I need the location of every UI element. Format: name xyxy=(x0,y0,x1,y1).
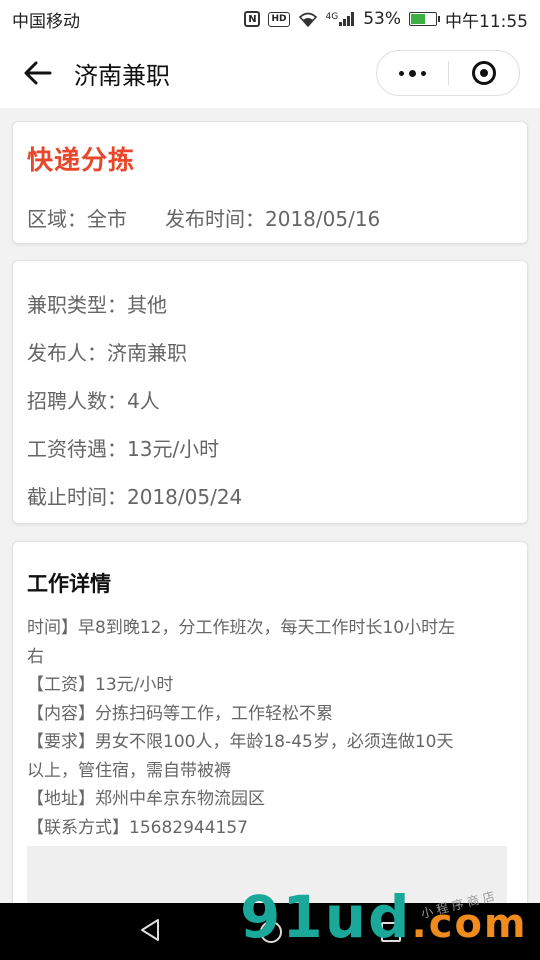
battery-percent: 53% xyxy=(363,9,401,29)
status-bar: 中国移动 N HD 4G 53% 中午11:55 xyxy=(0,0,540,38)
details-line: 【地址】郑州中牟京东物流园区 xyxy=(27,789,265,809)
nav-recent-apps-button[interactable] xyxy=(380,921,401,942)
job-details-card: 工作详情 时间】早8到晚12，分工作班次，每天工作时长10小时左 右 【工资】1… xyxy=(12,541,528,921)
hd-icon: HD xyxy=(268,11,290,27)
nav-home-button[interactable] xyxy=(259,920,282,943)
clock: 中午11:55 xyxy=(445,11,528,32)
job-salary: 工资待遇：13元/小时 xyxy=(27,437,220,461)
job-publish-time: 发布时间：2018/05/16 xyxy=(165,207,381,231)
more-button[interactable] xyxy=(377,69,448,77)
more-dot-center xyxy=(408,69,416,77)
wifi-icon xyxy=(298,11,318,27)
triangle-back-icon xyxy=(141,918,160,941)
target-icon xyxy=(471,61,496,85)
back-button[interactable] xyxy=(20,55,56,91)
mini-program-capsule xyxy=(376,50,520,96)
nav-bar: 济南兼职 xyxy=(0,38,540,108)
signal-icon: 4G xyxy=(326,12,356,26)
job-headcount: 招聘人数：4人 xyxy=(27,389,160,413)
details-line: 【联系方式】15682944157 xyxy=(27,817,248,838)
nfc-icon: N xyxy=(244,11,261,27)
job-title: 快递分拣 xyxy=(27,146,136,176)
details-line: 右 xyxy=(27,646,44,667)
job-info-card: 兼职类型：其他 发布人：济南兼职 招聘人数：4人 工资待遇：13元/小时 截止时… xyxy=(12,260,528,524)
details-line: 【要求】男女不限100人，年龄18-45岁，必须连做10天 xyxy=(27,732,454,752)
target-icon-center xyxy=(479,69,488,77)
close-mini-program-button[interactable] xyxy=(449,61,520,85)
details-line: 以上，管住宿，需自带被褥 xyxy=(27,760,231,781)
more-dots-icon xyxy=(398,70,404,76)
details-heading: 工作详情 xyxy=(27,572,111,596)
nav-back-button[interactable] xyxy=(139,918,161,946)
job-meta: 区域：全市 发布时间：2018/05/16 xyxy=(27,203,513,232)
job-header-card: 快递分拣 区域：全市 发布时间：2018/05/16 xyxy=(12,121,528,244)
job-deadline: 截止时间：2018/05/24 xyxy=(27,485,243,509)
details-body: 时间】早8到晚12，分工作班次，每天工作时长10小时左 右 【工资】13元/小时… xyxy=(27,614,513,842)
battery-level xyxy=(411,14,425,24)
arrow-left-icon xyxy=(24,61,52,85)
status-icons: N HD 4G 53% 中午11:55 xyxy=(244,7,528,32)
details-line: 【内容】分拣扫码等工作，工作轻松不累 xyxy=(27,703,333,724)
carrier-label: 中国移动 xyxy=(12,11,80,32)
details-line: 时间】早8到晚12，分工作班次，每天工作时长10小时左 xyxy=(27,618,456,638)
job-type: 兼职类型：其他 xyxy=(27,293,167,317)
page-title: 济南兼职 xyxy=(74,61,170,90)
job-publisher: 发布人：济南兼职 xyxy=(27,341,187,365)
more-dot-right xyxy=(420,70,426,76)
battery-icon xyxy=(409,12,440,26)
network-label: 4G xyxy=(325,12,339,22)
details-line: 【工资】13元/小时 xyxy=(27,675,174,695)
job-region: 区域：全市 xyxy=(27,207,127,231)
